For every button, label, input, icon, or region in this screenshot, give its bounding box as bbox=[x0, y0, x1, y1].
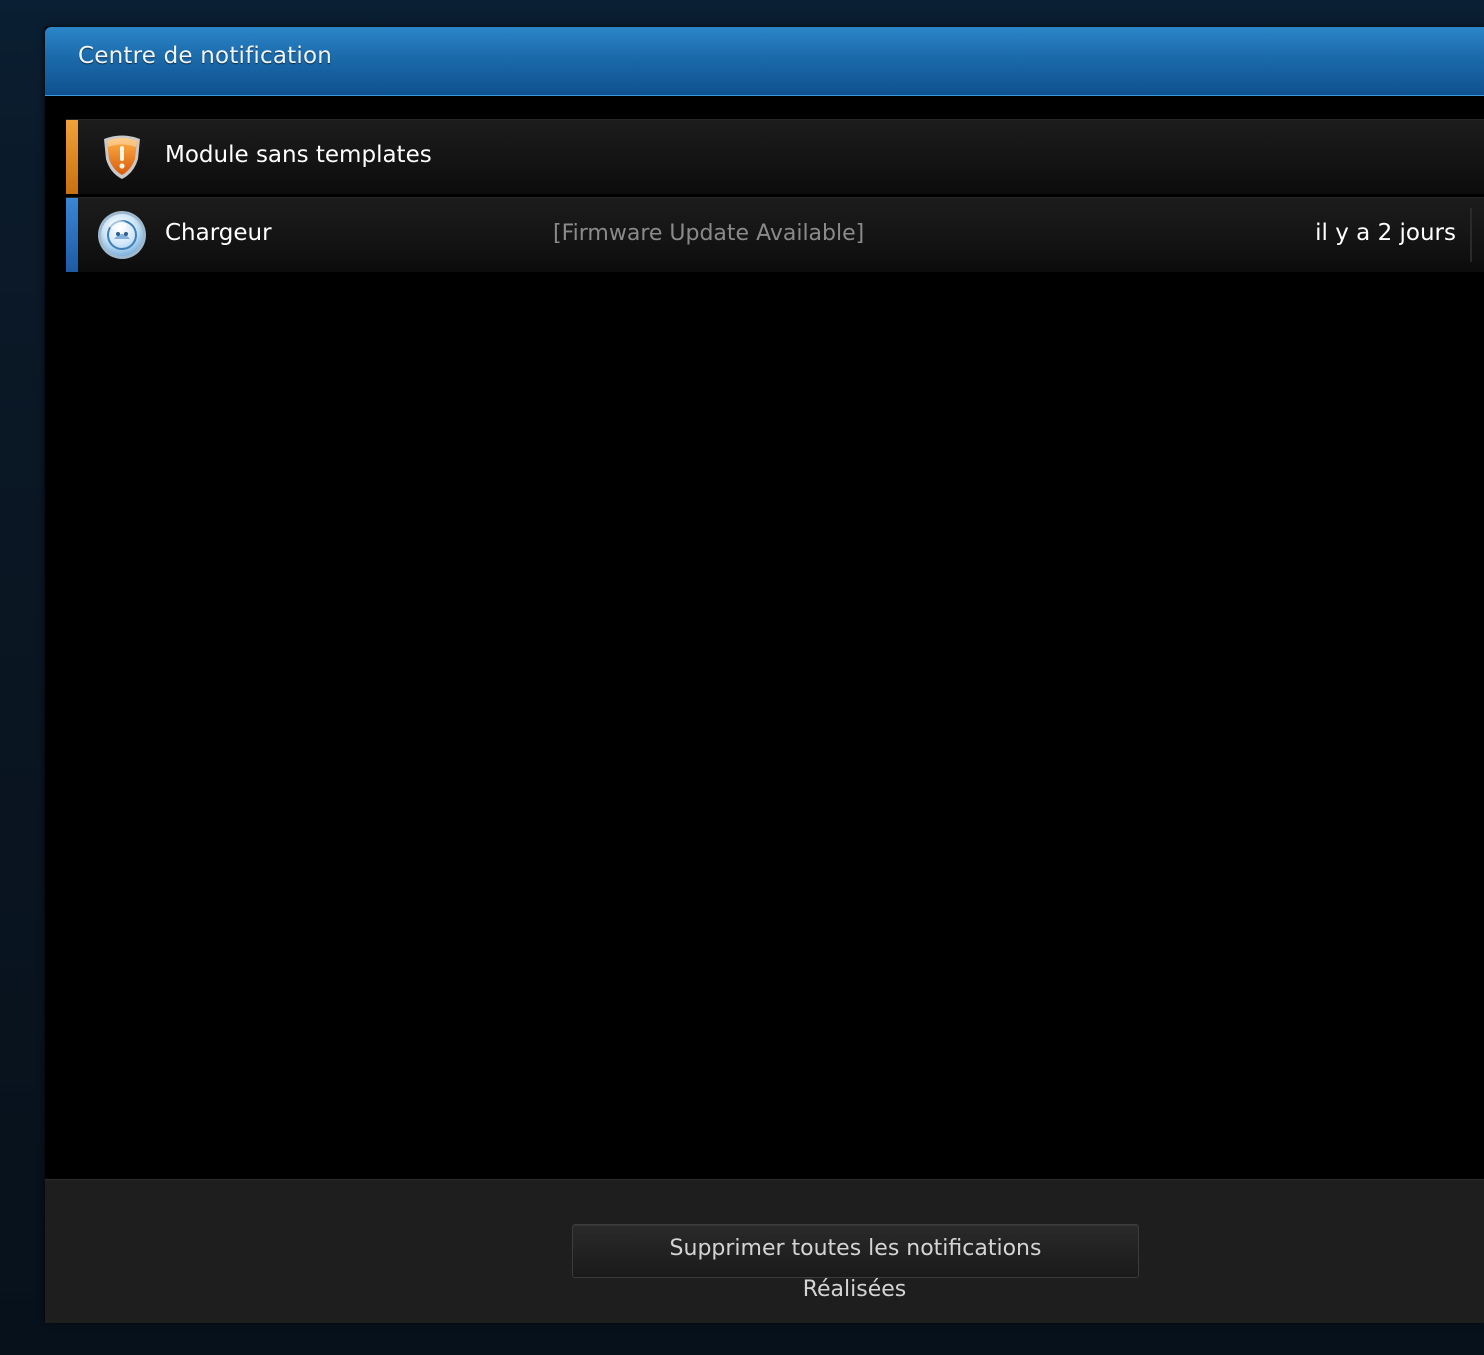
notification-title: Chargeur bbox=[165, 220, 272, 246]
notification-footer: Supprimer toutes les notifications Réali… bbox=[45, 1179, 1484, 1323]
notification-message: [Firmware Update Available] bbox=[553, 221, 865, 246]
clear-button-label: Supprimer toutes les notifications bbox=[669, 1236, 1042, 1261]
notification-center-window: Centre de notification Module sans templ… bbox=[45, 27, 1484, 1323]
window-title: Centre de notification bbox=[78, 43, 333, 69]
clear-button-label-continued: Réalisées bbox=[802, 1277, 907, 1302]
notification-accent-bar bbox=[66, 198, 78, 272]
notification-row-module-sans-templates[interactable]: Module sans templates bbox=[66, 119, 1484, 194]
notification-row-chargeur[interactable]: Chargeur [Firmware Update Available] il … bbox=[66, 197, 1484, 272]
window-titlebar[interactable]: Centre de notification bbox=[45, 27, 1484, 96]
warning-shield-icon bbox=[96, 131, 148, 183]
notification-title: Module sans templates bbox=[165, 142, 432, 168]
charger-module-icon bbox=[96, 209, 148, 261]
row-divider bbox=[1470, 208, 1472, 262]
notification-list: Module sans templates Chargeur [Firmware… bbox=[66, 119, 1484, 275]
notification-accent-bar bbox=[66, 120, 78, 194]
clear-completed-notifications-button[interactable]: Supprimer toutes les notifications bbox=[572, 1224, 1139, 1278]
notification-time: il y a 2 jours bbox=[1315, 220, 1456, 246]
